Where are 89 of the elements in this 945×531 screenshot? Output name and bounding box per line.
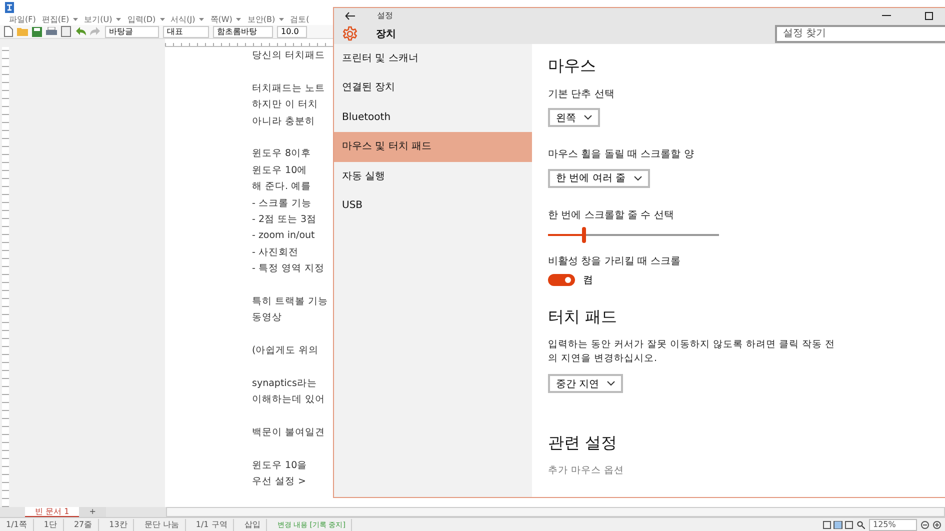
section-heading: 터치 패드 xyxy=(548,306,618,328)
dropdown[interactable]: 왼쪽 xyxy=(548,108,600,127)
chevron-icon xyxy=(584,115,592,120)
document-line: - 2점 또는 3점 xyxy=(252,213,317,228)
status-item: 1/1 구역 xyxy=(190,518,234,530)
preview-icon[interactable] xyxy=(61,26,71,37)
status-item: 13칸 xyxy=(103,518,134,530)
status-item: 1단 xyxy=(38,518,64,530)
zoom-dropdown[interactable]: 125% xyxy=(869,518,917,530)
new-document-icon[interactable] xyxy=(4,26,13,37)
save-icon[interactable] xyxy=(32,26,42,36)
document-line: 윈도우 8이후 xyxy=(252,147,312,162)
status-item: 27줄 xyxy=(68,518,100,530)
sidebar-item[interactable]: Bluetooth xyxy=(334,102,532,132)
document-line: - 스크롤 기능 xyxy=(252,196,312,211)
document-line: 특히 트랙볼 기능 xyxy=(252,295,328,310)
caret-icon[interactable] xyxy=(73,18,78,20)
view-mode-icon[interactable] xyxy=(823,520,853,528)
sidebar-item[interactable]: 프린터 및 스캐너 xyxy=(334,44,532,74)
section-heading: 마우스 xyxy=(548,56,597,76)
section-heading: 관련 설정 xyxy=(548,433,618,454)
gear-icon xyxy=(342,26,358,42)
page-heading: 장치 xyxy=(376,28,396,41)
document-line: 윈도우 10을 xyxy=(252,459,308,474)
document-line: - 사진회전 xyxy=(252,246,298,260)
status-item: 삽입 xyxy=(238,518,268,530)
dropdown[interactable]: 한 번에 여러 줄 xyxy=(548,168,650,188)
caret-icon[interactable] xyxy=(160,18,165,20)
document-line: 백문이 불여일견 xyxy=(252,426,326,440)
toggle-state: 켬 xyxy=(583,274,593,286)
document-line: (아쉽게도 위의 xyxy=(252,344,319,358)
maximize-icon[interactable] xyxy=(925,12,933,20)
caret-icon[interactable] xyxy=(199,18,204,20)
sidebar-item[interactable]: 마우스 및 터치 패드 xyxy=(334,132,532,162)
document-line: 우선 설정 > xyxy=(252,475,306,490)
sidebar-item[interactable]: 연결된 장치 xyxy=(334,73,532,103)
document-line: - 특정 영역 지정 xyxy=(252,262,324,276)
setting-label: 마우스 휠을 돌릴 때 스크롤할 양 xyxy=(548,148,695,161)
status-item: 문단 나눔 xyxy=(138,518,186,530)
outline-dropdown[interactable]: 대표 xyxy=(163,26,209,38)
search-icon[interactable] xyxy=(857,520,865,528)
document-line: 동영상 xyxy=(252,311,282,326)
document-line: 해 준다. 예를 xyxy=(252,180,312,194)
document-line: synaptics라는 xyxy=(252,377,317,392)
sidebar-item[interactable]: USB xyxy=(334,191,532,222)
setting-label: 기본 단추 선택 xyxy=(548,88,616,100)
back-arrow-icon[interactable] xyxy=(345,12,355,20)
font-size-field[interactable]: 10.0 xyxy=(277,26,307,38)
status-item: 1/1쪽 xyxy=(0,518,34,530)
document-line: 아니라 충분히 xyxy=(252,114,316,129)
menu-item[interactable]: 보안(B) xyxy=(247,14,276,24)
caret-icon[interactable] xyxy=(236,18,242,20)
description-text: 입력하는 동안 커서가 잘못 이동하지 않도록 하려면 클릭 작동 전의 지연을 변경하십시오. xyxy=(548,338,836,366)
style-dropdown[interactable]: 바탕글 xyxy=(105,26,159,38)
document-line: 이해하는데 있어 xyxy=(252,393,326,408)
setting-label: 비활성 창을 가리킬 때 스크롤 xyxy=(548,254,682,268)
menu-item[interactable]: 편집(E) xyxy=(42,14,70,24)
slider-thumb[interactable] xyxy=(582,226,586,242)
minimize-icon[interactable] xyxy=(882,15,891,16)
zoom-out-icon[interactable] xyxy=(921,520,929,528)
sidebar-item[interactable]: 자동 실행 xyxy=(334,162,532,192)
menu-item[interactable]: 서식(J) xyxy=(170,14,196,24)
font-dropdown[interactable]: 함초롬바탕 xyxy=(213,26,273,38)
caret-icon[interactable] xyxy=(116,18,122,20)
window-title: 설정 xyxy=(377,10,393,22)
horizontal-scrollbar[interactable] xyxy=(166,507,945,517)
menu-item[interactable]: 파일(F) xyxy=(9,14,36,24)
search-field[interactable]: 설정 찾기 xyxy=(775,24,945,43)
document-line: - zoom in/out xyxy=(252,229,315,244)
document-line: 터치패드는 노트 xyxy=(252,82,326,96)
menu-item[interactable]: 보기(U) xyxy=(84,14,112,24)
setting-label: 한 번에 스크롤할 줄 수 선택 xyxy=(548,208,675,222)
document-tab[interactable]: 빈 문서 1 xyxy=(25,507,80,517)
caret-icon[interactable] xyxy=(279,18,284,20)
undo-icon[interactable] xyxy=(75,27,86,36)
document-line: 윈도우 10에 xyxy=(252,164,308,178)
document-line: 하지만 이 터치 xyxy=(252,98,318,112)
settings-link[interactable]: 추가 마우스 옵션 xyxy=(548,464,945,477)
document-line: 당신의 터치패드 xyxy=(252,49,326,63)
chevron-icon xyxy=(634,176,642,180)
chevron-icon xyxy=(607,381,616,386)
dropdown[interactable]: 중간 지연 xyxy=(548,374,624,393)
menu-item[interactable]: 입력(D) xyxy=(127,14,156,24)
menu-item[interactable]: 쪽(W) xyxy=(210,14,232,24)
printer-icon[interactable] xyxy=(46,26,57,36)
toggle-switch[interactable] xyxy=(548,274,575,286)
zoom-in-icon[interactable] xyxy=(933,520,941,528)
menu-item[interactable]: 검토( xyxy=(290,14,310,24)
new-tab-button[interactable]: + xyxy=(79,507,106,517)
